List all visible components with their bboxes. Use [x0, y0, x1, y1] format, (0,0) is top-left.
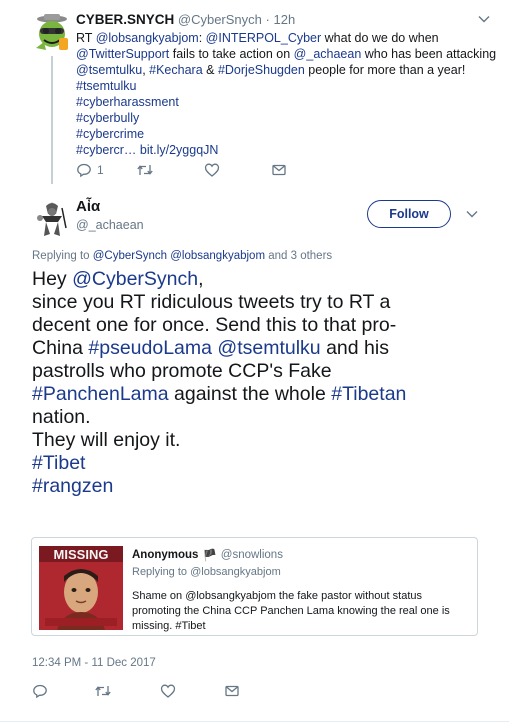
- text-run: against the whole: [168, 383, 332, 405]
- hashtag-link[interactable]: #rangzen: [32, 475, 502, 498]
- quoted-tweet-text: Shame on @lobsangkyabjom the fake pastor…: [132, 589, 468, 634]
- url-link[interactable]: bit.ly/2yggqJN: [136, 143, 219, 157]
- quoted-tweet-header: Anonymous 🏴 @snowlions: [132, 548, 283, 562]
- quoted-text-line: promoting the China CCP Panchen Lama kno…: [132, 605, 450, 617]
- hashtag-link[interactable]: #pseudoLama: [88, 337, 212, 359]
- text-run: people for more than a year!: [304, 63, 466, 77]
- parent-tweet-actions: 1: [76, 161, 316, 179]
- text-run: and his: [320, 337, 389, 359]
- follow-button[interactable]: Follow: [367, 200, 451, 228]
- quoted-author-handle[interactable]: @snowlions: [221, 549, 283, 561]
- tweet-text-line: decent one for once. Send this to that p…: [32, 314, 397, 336]
- quoted-replying-to: Replying to @lobsangkyabjom: [132, 566, 281, 578]
- mention-link[interactable]: @lobsangkyabjom: [170, 250, 265, 262]
- tweet-text-line: nation.: [32, 406, 91, 428]
- tweet-text-line: pastrolls who promote CCP's Fake: [32, 360, 332, 382]
- main-tweet: Aἶα @_achaean Follow Replying to @CyberS…: [0, 186, 509, 722]
- hashtag-link[interactable]: #tsemtulku: [76, 78, 496, 94]
- heart-icon: [160, 683, 176, 699]
- tweet-text-line: #PanchenLama against the whole #Tibetan: [32, 383, 502, 406]
- text-run: China: [32, 337, 89, 359]
- text-run: :: [198, 31, 206, 45]
- reply-count: 1: [97, 163, 104, 177]
- parent-text-line: #cybercr… bit.ly/2yggqJN: [76, 142, 496, 158]
- quoted-author-name[interactable]: Anonymous: [132, 549, 198, 561]
- mention-link[interactable]: @tsemtulku: [76, 63, 142, 77]
- text-run: RT: [76, 31, 96, 45]
- main-tweet-text: Hey @CyberSynch, since you RT ridiculous…: [32, 268, 502, 498]
- hashtag-link[interactable]: #Kechara: [149, 63, 203, 77]
- parent-tweet-age[interactable]: 12h: [274, 12, 296, 27]
- hashtag-link[interactable]: #cybercrime: [76, 126, 496, 142]
- text-run: ,: [198, 268, 204, 290]
- mention-link[interactable]: @lobsangkyabjom: [96, 31, 199, 45]
- envelope-icon: [271, 162, 287, 178]
- chevron-down-icon[interactable]: [465, 207, 479, 221]
- parent-author-name[interactable]: CYBER.SNYCH: [76, 12, 174, 27]
- hashtag-link[interactable]: #Tibet: [32, 452, 502, 475]
- parent-text-line: RT @lobsangkyabjom: @INTERPOL_Cyber what…: [76, 30, 496, 46]
- retweet-button[interactable]: [94, 682, 112, 700]
- image-caption: MISSING: [54, 547, 109, 562]
- chevron-down-icon[interactable]: [477, 12, 491, 26]
- reply-icon: [32, 683, 48, 699]
- quoted-tweet-card[interactable]: MISSING Anonymous 🏴 @snowlions Replying …: [31, 537, 478, 636]
- tweet-text-line: They will enjoy it.: [32, 429, 181, 451]
- main-tweet-actions: [32, 682, 272, 700]
- quoted-tweet-image[interactable]: MISSING: [39, 546, 123, 630]
- replying-prefix: Replying to: [32, 250, 93, 262]
- reply-button[interactable]: 1: [76, 161, 104, 179]
- main-author-handle[interactable]: @_achaean: [76, 218, 144, 232]
- like-button[interactable]: [160, 682, 176, 700]
- text-run: fails to take action on: [169, 47, 294, 61]
- tweet-text-line: China #pseudoLama @tsemtulku and his: [32, 337, 502, 360]
- replying-others[interactable]: and 3 others: [265, 250, 332, 262]
- hashtag-link[interactable]: #cyberharassment: [76, 94, 496, 110]
- mention-link[interactable]: @CyberSynch: [93, 250, 167, 262]
- hashtag-link[interactable]: #cybercr…: [76, 143, 136, 157]
- message-button[interactable]: [224, 682, 240, 700]
- quoted-text-line: Shame on @lobsangkyabjom the fake pastor…: [132, 590, 422, 602]
- heart-icon: [204, 162, 220, 178]
- text-run: what do we do when: [321, 31, 439, 45]
- mention-link[interactable]: @CyberSynch: [72, 268, 198, 290]
- quoted-text-line: missing. #Tibet: [132, 620, 206, 632]
- parent-tweet-text: RT @lobsangkyabjom: @INTERPOL_Cyber what…: [76, 30, 496, 158]
- hashtag-link[interactable]: #cyberbully: [76, 110, 496, 126]
- text-run: who has been attacking: [361, 47, 497, 61]
- reply-icon: [76, 162, 92, 178]
- mention-link[interactable]: @TwitterSupport: [76, 47, 169, 61]
- thread-connector-line: [51, 56, 53, 184]
- parent-author-avatar[interactable]: [32, 12, 72, 52]
- flag-icon: 🏴: [202, 550, 217, 562]
- hashtag-link[interactable]: #DorjeShugden: [218, 63, 305, 77]
- parent-text-line: @TwitterSupport fails to take action on …: [76, 46, 496, 62]
- retweet-icon: [136, 162, 154, 178]
- header-separator: ·: [265, 12, 270, 27]
- retweet-icon: [94, 683, 112, 699]
- envelope-icon: [224, 683, 240, 699]
- parent-tweet[interactable]: CYBER.SNYCH @CyberSnych · 12h RT @lobsan…: [0, 0, 509, 186]
- mention-link[interactable]: @_achaean: [294, 47, 362, 61]
- parent-author-handle[interactable]: @CyberSnych: [178, 12, 262, 27]
- retweet-button[interactable]: [136, 161, 154, 179]
- mention-link[interactable]: @INTERPOL_Cyber: [206, 31, 322, 45]
- mention-link[interactable]: @tsemtulku: [217, 337, 320, 359]
- tweet-text-line: since you RT ridiculous tweets try to RT…: [32, 291, 391, 313]
- parent-text-line: @tsemtulku, #Kechara & #DorjeShugden peo…: [76, 62, 496, 78]
- parent-tweet-header: CYBER.SNYCH @CyberSnych · 12h: [76, 12, 295, 27]
- tweet-timestamp[interactable]: 12:34 PM - 11 Dec 2017: [32, 657, 156, 669]
- reply-button[interactable]: [32, 682, 48, 700]
- text-run: &: [202, 63, 218, 77]
- hashtag-link[interactable]: #PanchenLama: [32, 383, 169, 405]
- main-author-name[interactable]: Aἶα: [76, 198, 100, 215]
- hashtag-link[interactable]: #Tibetan: [331, 383, 406, 405]
- main-author-avatar[interactable]: [32, 198, 72, 238]
- replying-to-line: Replying to @CyberSynch @lobsangkyabjom …: [32, 250, 332, 262]
- like-button[interactable]: [204, 161, 220, 179]
- text-run: Hey: [32, 268, 73, 290]
- tweet-text-line: Hey @CyberSynch,: [32, 268, 502, 291]
- message-button[interactable]: [271, 161, 287, 179]
